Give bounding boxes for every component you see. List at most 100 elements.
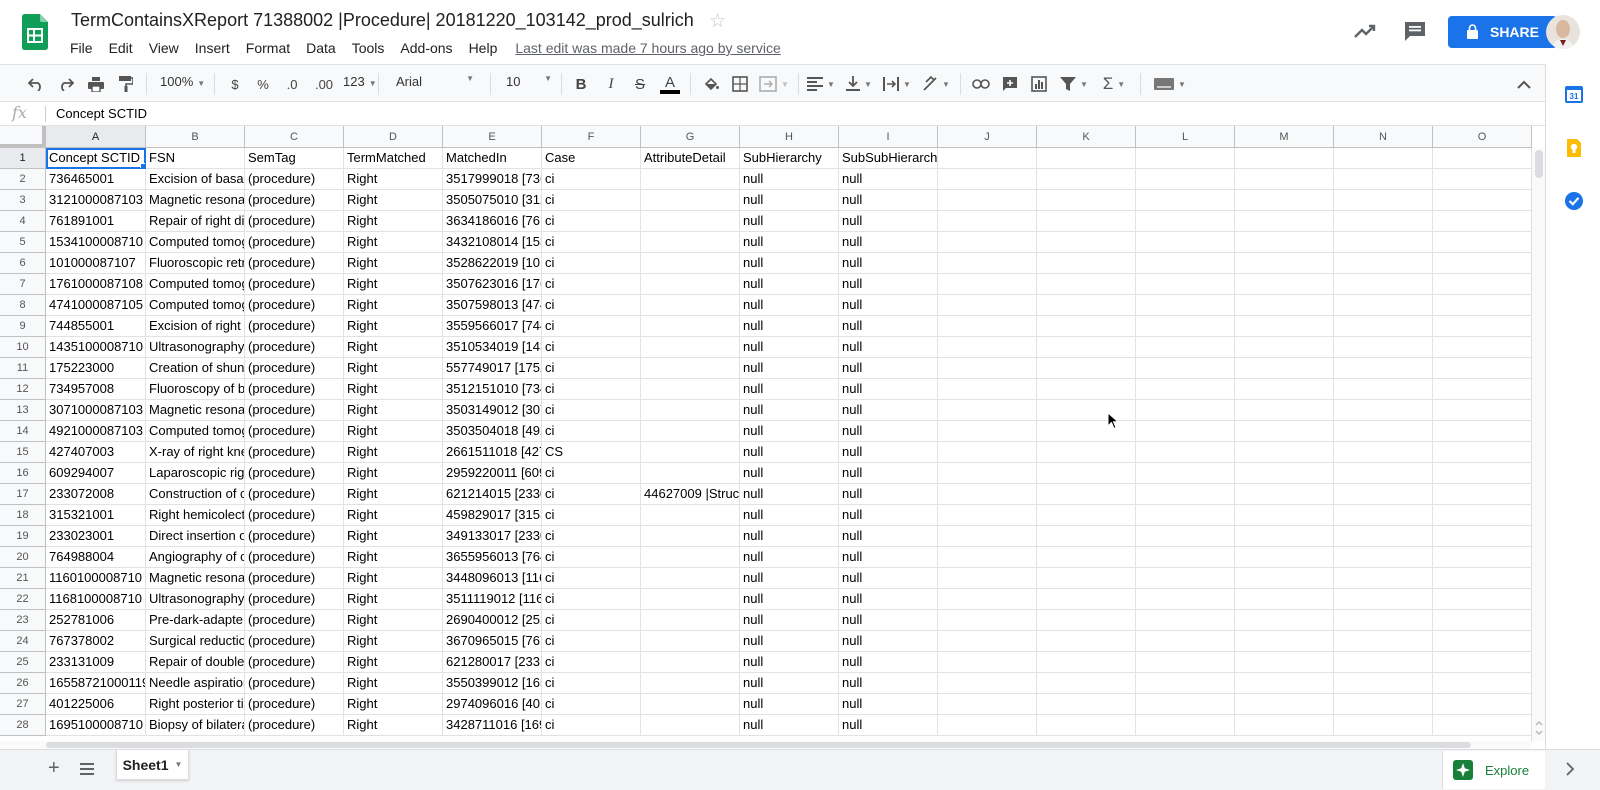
- print-icon[interactable]: [84, 73, 108, 95]
- grid-cell[interactable]: Repair of double: [146, 652, 245, 673]
- grid-cell[interactable]: [1037, 568, 1136, 589]
- grid-cell[interactable]: [1235, 526, 1334, 547]
- grid-cell[interactable]: null: [740, 211, 839, 232]
- column-header-i[interactable]: I: [839, 126, 938, 148]
- grid-cell[interactable]: [938, 232, 1037, 253]
- grid-cell[interactable]: [1334, 547, 1433, 568]
- grid-cell[interactable]: (procedure): [245, 568, 344, 589]
- grid-cell[interactable]: [1037, 358, 1136, 379]
- grid-cell[interactable]: Laparoscopic rig: [146, 463, 245, 484]
- grid-cell[interactable]: 609294007: [46, 463, 146, 484]
- grid-cell[interactable]: Pre-dark-adapte: [146, 610, 245, 631]
- grid-cell[interactable]: (procedure): [245, 169, 344, 190]
- grid-cell[interactable]: [938, 379, 1037, 400]
- keep-icon[interactable]: [1564, 138, 1584, 158]
- grid-cell[interactable]: Right: [344, 169, 443, 190]
- grid-cell[interactable]: Right: [344, 421, 443, 442]
- grid-cell[interactable]: [1334, 442, 1433, 463]
- grid-cell[interactable]: Computed tomog: [146, 421, 245, 442]
- grid-cell[interactable]: Right: [344, 211, 443, 232]
- grid-cell[interactable]: (procedure): [245, 253, 344, 274]
- row-header[interactable]: 10: [0, 337, 46, 358]
- grid-cell[interactable]: Right: [344, 589, 443, 610]
- grid-cell[interactable]: MatchedIn: [443, 148, 542, 169]
- grid-cell[interactable]: ci: [542, 610, 641, 631]
- grid-cell[interactable]: (procedure): [245, 463, 344, 484]
- grid-cell[interactable]: Right: [344, 673, 443, 694]
- column-header-j[interactable]: J: [938, 126, 1037, 148]
- grid-cell[interactable]: [1037, 274, 1136, 295]
- grid-cell[interactable]: [1235, 610, 1334, 631]
- grid-cell[interactable]: null: [839, 547, 938, 568]
- row-header[interactable]: 12: [0, 379, 46, 400]
- grid-cell[interactable]: 761891001: [46, 211, 146, 232]
- menu-tools[interactable]: Tools: [344, 38, 393, 58]
- column-header-h[interactable]: H: [740, 126, 839, 148]
- grid-cell[interactable]: (procedure): [245, 274, 344, 295]
- grid-cell[interactable]: [1334, 652, 1433, 673]
- undo-icon[interactable]: [24, 73, 48, 95]
- grid-cell[interactable]: 459829017 [3153: [443, 505, 542, 526]
- grid-cell[interactable]: [1136, 148, 1235, 169]
- decrease-decimal-button[interactable]: .0: [280, 73, 304, 95]
- grid-cell[interactable]: [641, 652, 740, 673]
- grid-cell[interactable]: (procedure): [245, 673, 344, 694]
- share-button[interactable]: SHARE: [1448, 16, 1557, 48]
- grid-cell[interactable]: [641, 274, 740, 295]
- grid-cell[interactable]: 764988004: [46, 547, 146, 568]
- grid-cell[interactable]: [1037, 316, 1136, 337]
- grid-cell[interactable]: [1433, 274, 1532, 295]
- grid-cell[interactable]: ci: [542, 295, 641, 316]
- grid-cell[interactable]: [1334, 673, 1433, 694]
- row-header[interactable]: 27: [0, 694, 46, 715]
- font-family-select[interactable]: Arial ▼: [396, 74, 474, 89]
- grid-cell[interactable]: CS: [542, 442, 641, 463]
- grid-cell[interactable]: [1037, 463, 1136, 484]
- grid-cell[interactable]: Right: [344, 442, 443, 463]
- grid-cell[interactable]: ci: [542, 337, 641, 358]
- grid-cell[interactable]: [1235, 148, 1334, 169]
- grid-cell[interactable]: [1334, 358, 1433, 379]
- bold-button[interactable]: B: [570, 73, 592, 95]
- grid-cell[interactable]: [1235, 505, 1334, 526]
- grid-cell[interactable]: [1235, 589, 1334, 610]
- row-header[interactable]: 19: [0, 526, 46, 547]
- grid-cell[interactable]: null: [740, 652, 839, 673]
- grid-cell[interactable]: [1433, 547, 1532, 568]
- grid-cell[interactable]: [1136, 400, 1235, 421]
- grid-cell[interactable]: 744855001: [46, 316, 146, 337]
- grid-cell[interactable]: TermMatched: [344, 148, 443, 169]
- row-header[interactable]: 11: [0, 358, 46, 379]
- grid-cell[interactable]: Right: [344, 505, 443, 526]
- grid-cell[interactable]: ci: [542, 316, 641, 337]
- grid-cell[interactable]: [1433, 148, 1532, 169]
- grid-cell[interactable]: [938, 295, 1037, 316]
- column-header-k[interactable]: K: [1037, 126, 1136, 148]
- grid-cell[interactable]: ci: [542, 211, 641, 232]
- grid-cell[interactable]: 233072008: [46, 484, 146, 505]
- grid-cell[interactable]: Fluoroscopy of b: [146, 379, 245, 400]
- grid-cell[interactable]: 401225006: [46, 694, 146, 715]
- tasks-icon[interactable]: [1564, 191, 1584, 211]
- grid-cell[interactable]: [1433, 169, 1532, 190]
- grid-cell[interactable]: null: [740, 715, 839, 736]
- grid-cell[interactable]: 233131009: [46, 652, 146, 673]
- grid-cell[interactable]: [1235, 379, 1334, 400]
- strikethrough-button[interactable]: S: [629, 73, 651, 95]
- grid-cell[interactable]: [938, 484, 1037, 505]
- grid-cell[interactable]: ci: [542, 274, 641, 295]
- grid-cell[interactable]: [641, 253, 740, 274]
- grid-cell[interactable]: 349133017 [2330: [443, 526, 542, 547]
- row-header[interactable]: 20: [0, 547, 46, 568]
- grid-cell[interactable]: [1235, 211, 1334, 232]
- grid-cell[interactable]: [1235, 295, 1334, 316]
- grid-cell[interactable]: [1235, 421, 1334, 442]
- grid-cell[interactable]: Right: [344, 526, 443, 547]
- grid-cell[interactable]: [1334, 715, 1433, 736]
- add-sheet-icon[interactable]: +: [48, 758, 60, 778]
- chevron-down-icon[interactable]: ▼: [175, 760, 183, 769]
- grid-cell[interactable]: Right: [344, 337, 443, 358]
- grid-cell[interactable]: [938, 316, 1037, 337]
- grid-cell[interactable]: [1334, 316, 1433, 337]
- grid-cell[interactable]: 315321001: [46, 505, 146, 526]
